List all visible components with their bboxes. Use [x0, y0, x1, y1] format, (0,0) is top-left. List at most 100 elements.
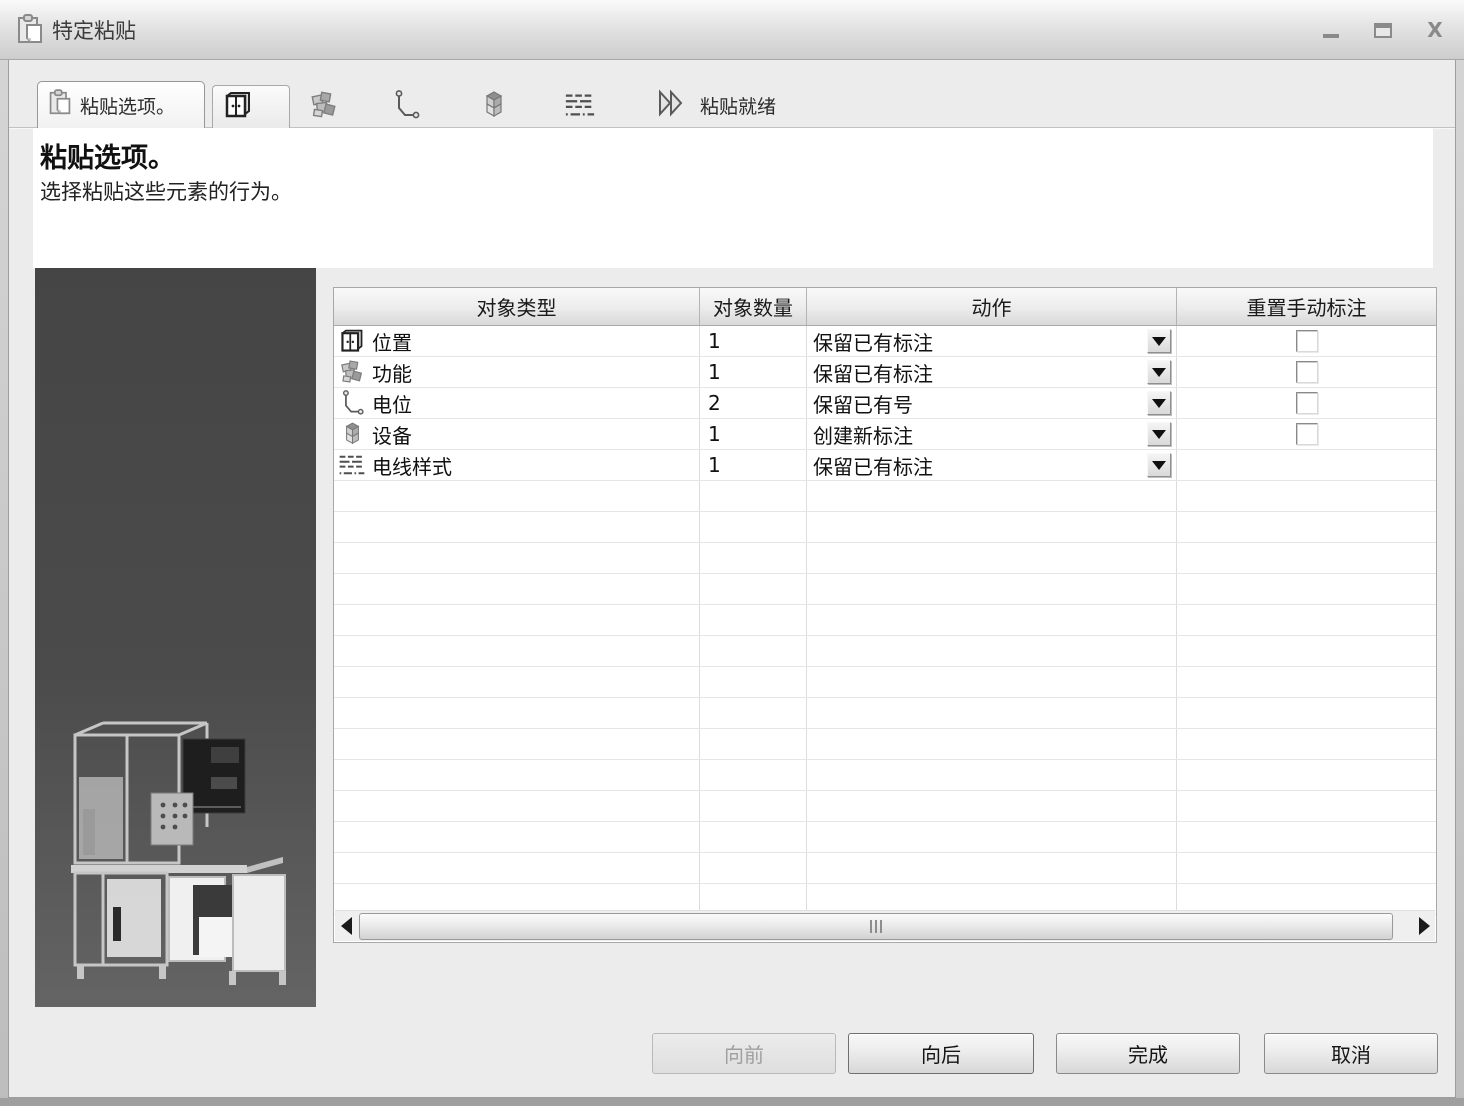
object-type-cell: 电位 [334, 388, 700, 418]
object-count-value: 1 [708, 453, 721, 477]
table-row[interactable]: 电线样式 1 保留已有标注 [334, 450, 1436, 481]
dialog-bottom-edge [0, 1098, 1464, 1106]
table-empty-row [334, 512, 1436, 543]
object-count-value: 2 [708, 391, 721, 415]
paste-special-dialog: 特定粘贴 X 粘贴选项。 粘贴就绪 粘贴选项。 选择粘贴这些元素的行为。 对象类… [0, 0, 1464, 1106]
action-select[interactable]: 保留已有标注 [807, 357, 1177, 387]
object-type-label: 功能 [372, 361, 412, 386]
object-type-cell: 设备 [334, 419, 700, 449]
tab-paste-options[interactable]: 粘贴选项。 [37, 81, 205, 128]
table-empty-row [334, 605, 1436, 636]
window-controls: X [1316, 18, 1450, 42]
action-selected-value: 保留已有标注 [813, 361, 933, 386]
action-selected-value: 保留已有标注 [813, 454, 933, 479]
function-icon[interactable] [308, 88, 340, 122]
object-count-cell: 1 [700, 419, 807, 449]
action-select[interactable]: 创建新标注 [807, 419, 1177, 449]
table-row[interactable]: 位置 1 保留已有标注 [334, 326, 1436, 357]
action-selected-value: 保留已有标注 [813, 330, 933, 355]
scrollbar-thumb[interactable] [359, 912, 1393, 940]
table-empty-row [334, 698, 1436, 729]
chevron-down-icon[interactable] [1147, 360, 1171, 384]
tab-paste-options-label: 粘贴选项。 [80, 95, 176, 118]
reset-manual-cell [1177, 419, 1436, 449]
potential-icon[interactable] [390, 88, 422, 122]
table-empty-row [334, 667, 1436, 698]
finish-button[interactable]: 完成 [1056, 1033, 1240, 1074]
tab-location[interactable] [212, 85, 290, 128]
location-icon [223, 90, 253, 124]
table-row[interactable]: 功能 1 保留已有标注 [334, 357, 1436, 388]
object-count-cell: 1 [700, 326, 807, 356]
reset-manual-checkbox[interactable] [1296, 330, 1318, 352]
function-icon [338, 359, 366, 385]
object-type-cell: 功能 [334, 357, 700, 387]
action-selected-value: 创建新标注 [813, 423, 913, 448]
next-button[interactable]: 向后 [848, 1033, 1034, 1074]
location-icon [338, 328, 366, 354]
table-empty-row [334, 543, 1436, 574]
paste-icon [16, 14, 44, 50]
wire-style-icon [338, 452, 366, 478]
chevron-down-icon[interactable] [1147, 453, 1171, 477]
object-count-cell: 1 [700, 450, 807, 480]
column-header-object-count: 对象数量 [700, 288, 807, 325]
object-type-label: 电线样式 [372, 454, 452, 479]
titlebar: 特定粘贴 X [0, 0, 1464, 60]
reset-manual-cell [1177, 357, 1436, 387]
table-body: 位置 1 保留已有标注 功能 1 保留已有标注 电位 2 保留已有号 设备 1 创建新标注 电线样式 1 保… [334, 326, 1436, 915]
column-header-reset-manual: 重置手动标注 [1246, 296, 1367, 320]
reset-manual-cell [1177, 450, 1436, 480]
chevron-down-icon[interactable] [1147, 329, 1171, 353]
object-count-value: 1 [708, 422, 721, 446]
reset-manual-cell [1177, 326, 1436, 356]
table-empty-row [334, 481, 1436, 512]
table-header-row: 对象类型 对象数量 动作 重置手动标注 [334, 288, 1436, 326]
reset-manual-checkbox[interactable] [1296, 361, 1318, 383]
table-empty-row [334, 636, 1436, 667]
table-row[interactable]: 电位 2 保留已有号 [334, 388, 1436, 419]
object-type-label: 设备 [372, 423, 412, 448]
device-icon[interactable] [478, 88, 510, 122]
reset-manual-checkbox[interactable] [1296, 392, 1318, 414]
wizard-header: 粘贴选项。 选择粘贴这些元素的行为。 [33, 128, 1433, 268]
scrollbar-track[interactable] [357, 912, 1413, 941]
table-empty-row [334, 729, 1436, 760]
cancel-button[interactable]: 取消 [1264, 1033, 1438, 1074]
preview-image-panel [35, 268, 316, 1007]
horizontal-scrollbar[interactable] [335, 910, 1435, 941]
page-title: 粘贴选项。 [40, 143, 175, 174]
device-icon [338, 421, 366, 447]
object-count-cell: 2 [700, 388, 807, 418]
column-header-object-type: 对象类型 [334, 288, 700, 325]
scroll-right-icon[interactable] [1413, 911, 1435, 942]
chevron-down-icon[interactable] [1147, 422, 1171, 446]
paste-objects-table: 对象类型 对象数量 动作 重置手动标注 位置 1 保留已有标注 功能 1 保留已有标注 电位… [333, 287, 1437, 943]
back-button[interactable]: 向前 [652, 1033, 836, 1074]
object-count-cell: 1 [700, 357, 807, 387]
page-subtitle: 选择粘贴这些元素的行为。 [40, 180, 292, 204]
minimize-icon[interactable] [1316, 18, 1346, 42]
table-empty-row [334, 822, 1436, 853]
close-icon[interactable]: X [1420, 18, 1450, 42]
object-type-label: 位置 [372, 330, 412, 355]
action-select[interactable]: 保留已有标注 [807, 326, 1177, 356]
table-empty-row [334, 791, 1436, 822]
tab-paste-ready[interactable]: 粘贴就绪 [656, 88, 776, 122]
tab-paste-ready-label: 粘贴就绪 [700, 95, 777, 118]
reset-manual-checkbox[interactable] [1296, 423, 1318, 445]
reset-manual-cell [1177, 388, 1436, 418]
table-empty-row [334, 574, 1436, 605]
table-row[interactable]: 设备 1 创建新标注 [334, 419, 1436, 450]
scrollbar-grip-icon [870, 919, 882, 933]
maximize-icon[interactable] [1368, 18, 1398, 42]
object-count-value: 1 [708, 329, 721, 353]
object-type-cell: 位置 [334, 326, 700, 356]
action-select[interactable]: 保留已有标注 [807, 450, 1177, 480]
action-select[interactable]: 保留已有号 [807, 388, 1177, 418]
window-title: 特定粘贴 [52, 19, 136, 43]
chevron-down-icon[interactable] [1147, 391, 1171, 415]
wire-style-icon[interactable] [564, 88, 596, 122]
action-selected-value: 保留已有号 [813, 392, 913, 417]
scroll-left-icon[interactable] [335, 911, 357, 942]
